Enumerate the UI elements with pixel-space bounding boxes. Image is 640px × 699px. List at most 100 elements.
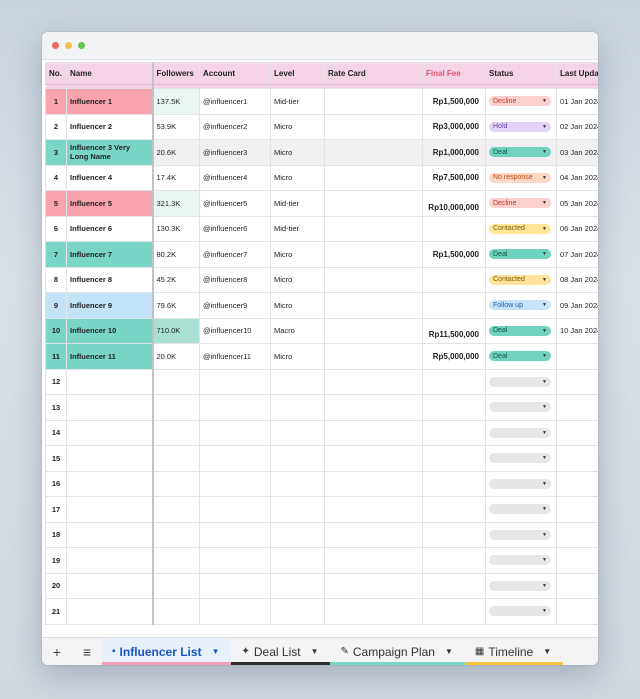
status-dropdown[interactable]: Deal ▼ (489, 325, 551, 336)
account-cell[interactable] (199, 368, 271, 395)
final-fee-cell[interactable] (422, 292, 486, 319)
final-fee-cell[interactable] (422, 215, 486, 242)
final-fee-cell[interactable] (422, 368, 486, 395)
name-cell[interactable]: Influencer 1 (66, 88, 154, 115)
final-fee-cell[interactable] (422, 266, 486, 293)
status-cell[interactable]: No response ▼ (485, 164, 557, 191)
chevron-down-icon[interactable]: ▼ (311, 647, 319, 656)
status-cell[interactable]: Decline ▼ (485, 88, 557, 115)
level-cell[interactable] (270, 445, 325, 472)
minimize-window-button[interactable] (65, 42, 72, 49)
status-dropdown[interactable]: Contacted ▼ (489, 223, 551, 234)
status-dropdown[interactable]: Deal ▼ (489, 249, 551, 260)
col-header-status[interactable]: Status (485, 62, 557, 85)
row-number[interactable]: 4 (45, 164, 67, 191)
name-cell[interactable] (66, 496, 154, 523)
status-cell[interactable]: Contacted ▼ (485, 266, 557, 293)
rate-card-cell[interactable] (324, 343, 423, 370)
final-fee-cell[interactable] (422, 521, 486, 548)
status-cell[interactable]: Contacted ▼ (485, 215, 557, 242)
col-header-level[interactable]: Level (270, 62, 325, 85)
last-update-cell[interactable]: 10 Jan 2024 (556, 317, 598, 344)
row-number[interactable]: 8 (45, 266, 67, 293)
final-fee-cell[interactable]: Rp5,000,000 (422, 343, 486, 370)
status-dropdown[interactable]: Contacted ▼ (489, 274, 551, 285)
rate-card-cell[interactable] (324, 368, 423, 395)
row-number[interactable]: 11 (45, 343, 67, 370)
col-header-account[interactable]: Account (199, 62, 271, 85)
last-update-cell[interactable] (556, 598, 598, 625)
level-cell[interactable] (270, 547, 325, 574)
final-fee-cell[interactable] (422, 496, 486, 523)
followers-cell[interactable]: 17.4K (152, 164, 200, 191)
chevron-down-icon[interactable]: ▼ (445, 647, 453, 656)
status-cell[interactable]: Deal ▼ (485, 317, 557, 344)
rate-card-cell[interactable] (324, 598, 423, 625)
col-header-followers[interactable]: Followers (152, 62, 200, 85)
status-cell[interactable]: ▼ (485, 445, 557, 472)
final-fee-cell[interactable]: Rp7,500,000 (422, 164, 486, 191)
status-dropdown[interactable]: ▼ (489, 580, 551, 591)
level-cell[interactable] (270, 572, 325, 599)
followers-cell[interactable] (152, 394, 200, 421)
followers-cell[interactable]: 710.0K (152, 317, 200, 344)
rate-card-cell[interactable] (324, 88, 423, 115)
final-fee-cell[interactable]: Rp3,000,000 (422, 113, 486, 140)
row-number[interactable]: 19 (45, 547, 67, 574)
rate-card-cell[interactable] (324, 266, 423, 293)
status-dropdown[interactable]: No response ▼ (489, 172, 551, 183)
followers-cell[interactable]: 130.3K (152, 215, 200, 242)
row-number[interactable]: 13 (45, 394, 67, 421)
row-number[interactable]: 2 (45, 113, 67, 140)
level-cell[interactable] (270, 521, 325, 548)
name-cell[interactable]: Influencer 9 (66, 292, 154, 319)
name-cell[interactable]: Influencer 11 (66, 343, 154, 370)
chevron-down-icon[interactable]: ▼ (543, 647, 551, 656)
level-cell[interactable] (270, 470, 325, 497)
last-update-cell[interactable] (556, 496, 598, 523)
tab-deal-list[interactable]: ✦ Deal List ▼ (231, 638, 331, 665)
account-cell[interactable]: @influencer1 (199, 88, 271, 115)
level-cell[interactable] (270, 496, 325, 523)
final-fee-cell[interactable]: Rp10,000,000 (422, 190, 486, 217)
final-fee-cell[interactable]: Rp1,500,000 (422, 88, 486, 115)
last-update-cell[interactable]: 02 Jan 2024 (556, 113, 598, 140)
status-dropdown[interactable]: Decline ▼ (489, 198, 551, 209)
rate-card-cell[interactable] (324, 445, 423, 472)
tab-campaign-plan[interactable]: ✎ Campaign Plan ▼ (330, 638, 466, 665)
row-number[interactable]: 7 (45, 241, 67, 268)
rate-card-cell[interactable] (324, 521, 423, 548)
name-cell[interactable]: Influencer 8 (66, 266, 154, 293)
row-number[interactable]: 6 (45, 215, 67, 242)
account-cell[interactable] (199, 598, 271, 625)
col-header-no[interactable]: No. (45, 62, 67, 85)
level-cell[interactable] (270, 419, 325, 446)
followers-cell[interactable] (152, 470, 200, 497)
status-dropdown[interactable]: Hold ▼ (489, 121, 551, 132)
name-cell[interactable] (66, 521, 154, 548)
followers-cell[interactable]: 321.3K (152, 190, 200, 217)
level-cell[interactable]: Mid-tier (270, 215, 325, 242)
last-update-cell[interactable] (556, 572, 598, 599)
level-cell[interactable]: Mid-tier (270, 190, 325, 217)
status-cell[interactable]: ▼ (485, 572, 557, 599)
final-fee-cell[interactable] (422, 598, 486, 625)
followers-cell[interactable]: 20.6K (152, 139, 200, 166)
final-fee-cell[interactable] (422, 572, 486, 599)
account-cell[interactable] (199, 394, 271, 421)
followers-cell[interactable] (152, 572, 200, 599)
name-cell[interactable] (66, 445, 154, 472)
last-update-cell[interactable]: 05 Jan 2024 (556, 190, 598, 217)
account-cell[interactable]: @influencer6 (199, 215, 271, 242)
final-fee-cell[interactable] (422, 419, 486, 446)
row-number[interactable]: 9 (45, 292, 67, 319)
last-update-cell[interactable]: 03 Jan 2024 (556, 139, 598, 166)
status-cell[interactable]: ▼ (485, 547, 557, 574)
account-cell[interactable]: @influencer5 (199, 190, 271, 217)
status-cell[interactable]: ▼ (485, 470, 557, 497)
rate-card-cell[interactable] (324, 139, 423, 166)
name-cell[interactable] (66, 368, 154, 395)
level-cell[interactable] (270, 394, 325, 421)
followers-cell[interactable] (152, 547, 200, 574)
level-cell[interactable] (270, 598, 325, 625)
